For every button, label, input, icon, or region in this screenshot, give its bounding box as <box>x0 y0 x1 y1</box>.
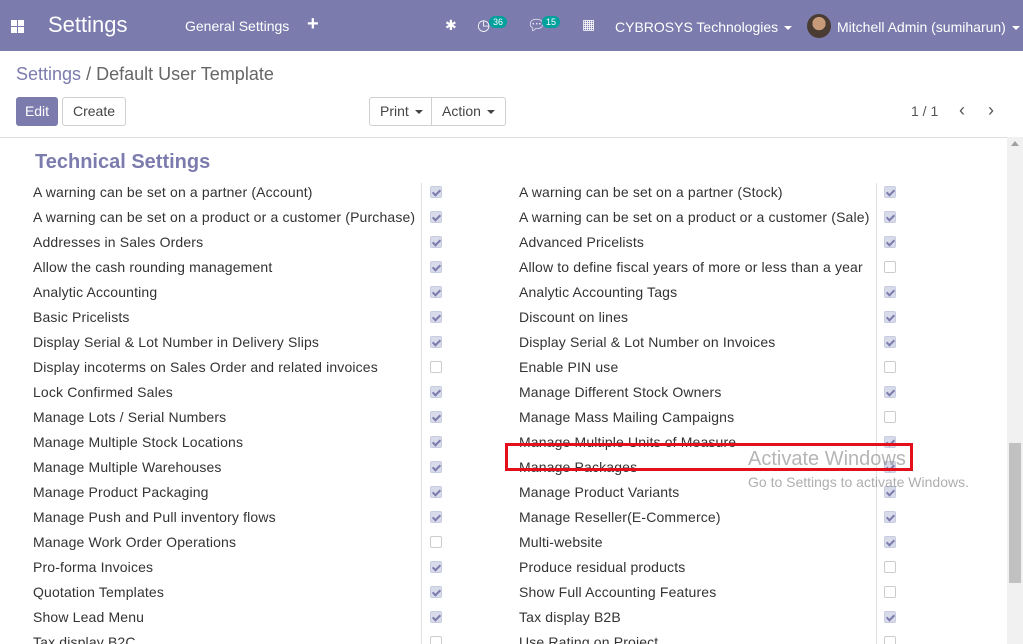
setting-label: Display Serial & Lot Number on Invoices <box>519 334 776 350</box>
setting-row: Analytic Accounting Tags <box>0 280 1007 305</box>
setting-row: Produce residual products <box>0 555 1007 580</box>
setting-row: Tax display B2B <box>0 605 1007 630</box>
setting-row: Manage Mass Mailing Campaigns <box>0 405 1007 430</box>
setting-checkbox[interactable] <box>884 636 896 644</box>
setting-checkbox[interactable] <box>884 411 896 423</box>
setting-checkbox[interactable] <box>884 361 896 373</box>
setting-checkbox[interactable] <box>884 186 896 198</box>
setting-checkbox[interactable] <box>884 311 896 323</box>
setting-label: Manage Mass Mailing Campaigns <box>519 409 735 425</box>
menu-general-settings[interactable]: General Settings <box>185 18 289 34</box>
setting-label: A warning can be set on a product or a c… <box>519 209 870 225</box>
setting-label: Multi-website <box>519 534 603 550</box>
chevron-down-icon <box>486 110 495 115</box>
breadcrumb: Settings / Default User Template <box>16 64 274 85</box>
setting-label: Manage Reseller(E-Commerce) <box>519 509 721 525</box>
chevron-down-icon <box>1011 26 1020 31</box>
setting-label: A warning can be set on a partner (Stock… <box>519 184 783 200</box>
setting-row: Use Rating on Project <box>0 630 1007 644</box>
top-navbar: Settings General Settings + ✱ ◷ 36 💬︎ 15… <box>0 0 1023 51</box>
setting-label: Allow to define fiscal years of more or … <box>519 259 863 275</box>
setting-row: A warning can be set on a partner (Stock… <box>0 180 1007 205</box>
setting-row: Manage Reseller(E-Commerce) <box>0 505 1007 530</box>
setting-checkbox[interactable] <box>884 336 896 348</box>
setting-checkbox[interactable] <box>884 211 896 223</box>
setting-row: A warning can be set on a product or a c… <box>0 205 1007 230</box>
setting-row: Discount on lines <box>0 305 1007 330</box>
print-label: Print <box>380 103 409 119</box>
setting-checkbox[interactable] <box>884 261 896 273</box>
chevron-down-icon <box>784 26 793 31</box>
setting-label: Manage Different Stock Owners <box>519 384 722 400</box>
company-switcher[interactable]: CYBROSYS Technologies <box>615 19 793 35</box>
scroll-up-arrow-icon[interactable] <box>1011 141 1019 146</box>
apps-menu-icon[interactable] <box>11 20 24 33</box>
pager-next-icon[interactable]: › <box>988 100 994 121</box>
activation-watermark-text: Go to Settings to activate Windows. <box>748 474 969 490</box>
gift-icon[interactable]: ▦ <box>582 16 595 33</box>
breadcrumb-separator: / <box>86 64 92 84</box>
setting-row: Show Full Accounting Features <box>0 580 1007 605</box>
setting-row: Enable PIN use <box>0 355 1007 380</box>
setting-label: Use Rating on Project <box>519 634 659 644</box>
activity-clock-icon[interactable]: ◷ <box>477 16 490 34</box>
print-dropdown[interactable]: Print <box>369 97 434 126</box>
app-title[interactable]: Settings <box>48 12 128 38</box>
setting-row: Manage Different Stock Owners <box>0 380 1007 405</box>
breadcrumb-current: Default User Template <box>96 64 274 84</box>
breadcrumb-settings-link[interactable]: Settings <box>16 64 81 84</box>
setting-checkbox[interactable] <box>884 236 896 248</box>
section-title: Technical Settings <box>35 151 211 173</box>
setting-label: Tax display B2B <box>519 609 621 625</box>
scrollbar-thumb[interactable] <box>1009 443 1021 583</box>
setting-label: Analytic Accounting Tags <box>519 284 678 300</box>
create-button[interactable]: Create <box>62 97 127 126</box>
setting-checkbox[interactable] <box>884 386 896 398</box>
setting-label: Enable PIN use <box>519 359 619 375</box>
pager-previous-icon[interactable]: ‹ <box>959 100 965 121</box>
activity-count-badge: 36 <box>489 16 508 28</box>
add-icon[interactable]: + <box>307 13 319 36</box>
activation-watermark-title: Activate Windows <box>748 448 906 470</box>
setting-row: Allow to define fiscal years of more or … <box>0 255 1007 280</box>
setting-label: Manage Product Variants <box>519 484 680 500</box>
setting-checkbox[interactable] <box>884 586 896 598</box>
form-sheet: Technical Settings A warning can be set … <box>0 137 1007 644</box>
setting-label: Show Full Accounting Features <box>519 584 717 600</box>
user-avatar[interactable] <box>807 14 831 38</box>
setting-checkbox[interactable] <box>884 611 896 623</box>
setting-label: Discount on lines <box>519 309 629 325</box>
setting-row: Display Serial & Lot Number on Invoices <box>0 330 1007 355</box>
setting-checkbox[interactable] <box>884 536 896 548</box>
action-dropdown[interactable]: Action <box>431 97 506 126</box>
chevron-down-icon <box>414 110 423 115</box>
setting-checkbox[interactable] <box>884 511 896 523</box>
debug-bug-icon[interactable]: ✱ <box>445 17 457 34</box>
vertical-scrollbar[interactable] <box>1007 137 1023 644</box>
setting-checkbox[interactable] <box>884 561 896 573</box>
action-label: Action <box>442 103 481 119</box>
user-menu[interactable]: Mitchell Admin (sumiharun) <box>837 19 1020 35</box>
setting-row: Multi-website <box>0 530 1007 555</box>
user-name: Mitchell Admin (sumiharun) <box>837 19 1006 35</box>
edit-button[interactable]: Edit <box>16 97 58 126</box>
setting-row: Advanced Pricelists <box>0 230 1007 255</box>
setting-checkbox[interactable] <box>884 286 896 298</box>
setting-label: Advanced Pricelists <box>519 234 645 250</box>
message-count-badge: 15 <box>542 16 561 28</box>
company-name: CYBROSYS Technologies <box>615 19 779 35</box>
pager-value[interactable]: 1 / 1 <box>911 103 938 119</box>
setting-label: Produce residual products <box>519 559 686 575</box>
